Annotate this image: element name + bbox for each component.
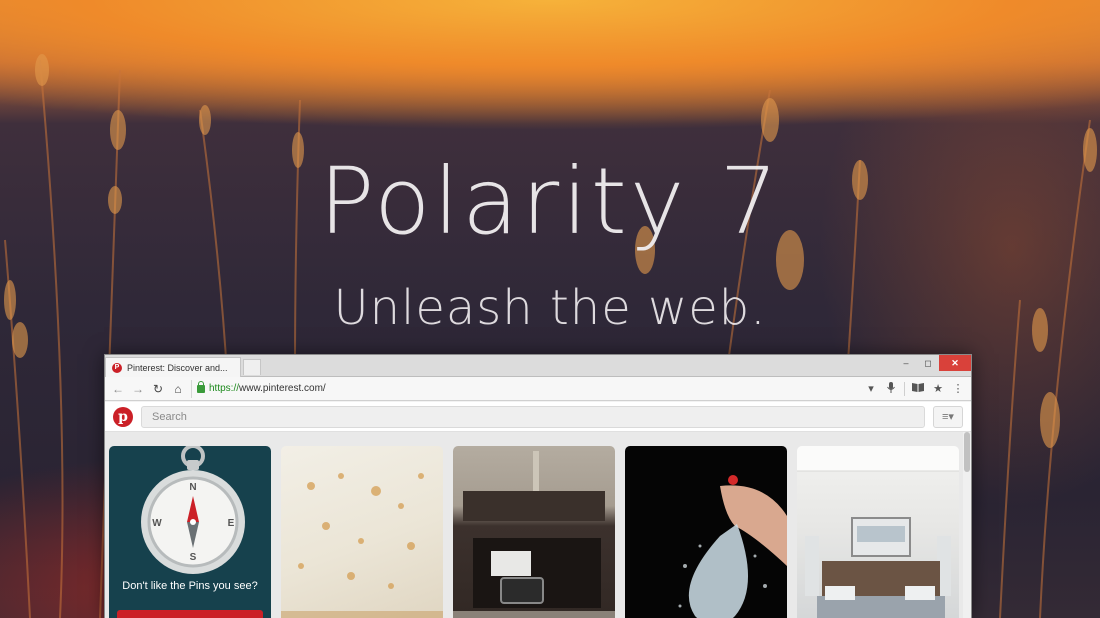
pinterest-favicon-icon: P [112, 362, 122, 373]
microphone-icon[interactable] [884, 381, 898, 396]
reader-mode-icon[interactable] [911, 382, 925, 395]
home-button[interactable]: ⌂ [171, 382, 185, 396]
url-scheme: https:// [209, 383, 240, 394]
compass-card-button[interactable] [117, 610, 263, 618]
pin-card-compass[interactable]: N E S W Don't like the Pins you see? [109, 446, 271, 618]
water-balloon-image [678, 475, 787, 618]
compass-letter-e: E [228, 518, 235, 529]
compass-card-caption: Don't like the Pins you see? [122, 580, 258, 592]
nightstand-image [453, 451, 615, 618]
pinterest-header: p Search ≡▾ [105, 402, 971, 432]
compass-letter-w: W [152, 518, 162, 529]
tab-strip: P Pinterest: Discover and... – ◻ ✕ [105, 355, 971, 377]
compass-letter-s: S [190, 552, 197, 563]
pin-card-bedroom[interactable] [797, 446, 959, 618]
restore-button[interactable]: ◻ [917, 355, 939, 371]
dessert-image [281, 473, 443, 618]
browser-menu-icon[interactable]: ⋮ [951, 382, 965, 395]
browser-toolbar: ← → ↻ ⌂ https://www.pinterest.com/ ▾ ★ ⋮ [105, 377, 971, 401]
compass-icon: N E S W [141, 446, 245, 574]
pin-card-dessert[interactable] [281, 446, 443, 618]
bedroom-image [797, 446, 959, 618]
reload-button[interactable]: ↻ [151, 382, 165, 396]
url-host: www.pinterest.com/ [239, 383, 326, 394]
search-input[interactable]: Search [141, 405, 925, 428]
back-button[interactable]: ← [111, 382, 125, 396]
browser-window: P Pinterest: Discover and... – ◻ ✕ ← → ↻… [104, 354, 972, 618]
pin-grid: N E S W Don't like the Pins you see? [109, 446, 959, 618]
tab-pinterest[interactable]: P Pinterest: Discover and... [105, 357, 241, 377]
window-controls: – ◻ ✕ [895, 355, 971, 371]
bookmark-star-icon[interactable]: ★ [931, 382, 945, 395]
tab-title: Pinterest: Discover and... [127, 362, 228, 373]
pin-card-nightstand[interactable] [453, 446, 615, 618]
pin-card-water-balloon[interactable] [625, 446, 787, 618]
hero-subtitle: Unleash the web. [333, 280, 767, 336]
pinterest-logo-icon[interactable]: p [113, 406, 133, 427]
menu-button[interactable]: ≡▾ [933, 405, 963, 428]
dropdown-icon[interactable]: ▾ [864, 382, 878, 395]
address-bar[interactable]: https://www.pinterest.com/ [191, 379, 858, 398]
scrollbar-thumb[interactable] [964, 432, 970, 472]
lock-icon [197, 380, 205, 393]
pinterest-page: p Search ≡▾ N E S W Don't like the Pins … [105, 402, 971, 618]
compass-letter-n: N [189, 482, 196, 493]
minimize-button[interactable]: – [895, 355, 917, 371]
new-tab-button[interactable] [243, 359, 261, 375]
forward-button[interactable]: → [131, 382, 145, 396]
toolbar-separator [904, 381, 905, 396]
close-button[interactable]: ✕ [939, 355, 971, 371]
hero-title: Polarity 7 [318, 148, 782, 255]
scrollbar-track[interactable] [963, 432, 971, 618]
